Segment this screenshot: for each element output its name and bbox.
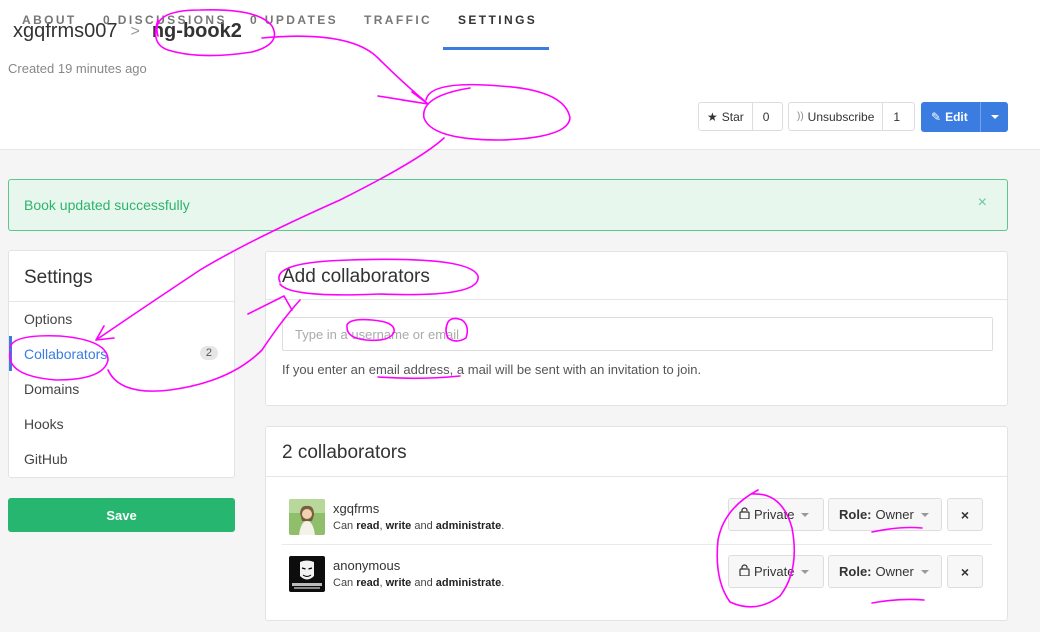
tab-traffic[interactable]: Traffic	[349, 0, 447, 50]
star-label: Star	[721, 109, 744, 124]
sidebar-item-label: Domains	[24, 380, 80, 397]
role-value: Owner	[875, 507, 914, 522]
privacy-dropdown[interactable]: Private	[728, 555, 824, 588]
avatar	[289, 499, 325, 535]
remove-collaborator-button[interactable]: ×	[947, 555, 983, 588]
remove-collaborator-button[interactable]: ×	[947, 498, 983, 531]
sidebar-title: Settings	[24, 267, 93, 288]
chevron-down-icon	[920, 512, 929, 517]
save-button[interactable]: Save	[8, 498, 235, 532]
close-icon[interactable]: ×	[978, 194, 987, 212]
chevron-down-icon	[801, 569, 810, 574]
star-button[interactable]: ★ Star	[699, 103, 752, 130]
alert-message: Book updated successfully	[24, 197, 190, 213]
collaborator-row: anonymous Can read, write and administra…	[282, 546, 992, 602]
add-collaborators-panel: Add collaborators If you enter an email …	[265, 251, 1008, 406]
unsubscribe-button-group: )) Unsubscribe 1	[788, 102, 915, 131]
star-button-group: ★ Star 0	[698, 102, 783, 131]
role-dropdown[interactable]: Role: Owner	[828, 498, 942, 531]
collaborator-name: xgqfrms	[333, 501, 380, 516]
lock-icon	[739, 564, 750, 579]
sidebar-item-github[interactable]: GitHub	[9, 441, 234, 476]
collaborator-permissions: Can read, write and administrate.	[333, 577, 505, 589]
tab-updates[interactable]: 0 Updates	[235, 0, 353, 50]
role-value: Owner	[875, 564, 914, 579]
edit-dropdown-toggle[interactable]	[980, 102, 1008, 132]
sidebar-item-domains[interactable]: Domains	[9, 371, 234, 406]
book-header: xgqfrms007 > ng-book2 Created 19 minutes…	[0, 0, 1040, 150]
privacy-dropdown[interactable]: Private	[728, 498, 824, 531]
collaborator-name: anonymous	[333, 558, 401, 573]
tab-settings[interactable]: Settings	[443, 0, 549, 50]
subscriber-count[interactable]: 1	[882, 103, 910, 130]
rss-icon: ))	[797, 111, 804, 122]
star-icon: ★	[707, 109, 718, 124]
tab-discussions[interactable]: 0 Discussions	[88, 0, 242, 50]
pencil-icon: ✎	[931, 110, 942, 124]
sidebar-item-label: Options	[24, 310, 73, 327]
role-dropdown[interactable]: Role: Owner	[828, 555, 942, 588]
role-label: Role:	[839, 564, 872, 579]
panel-title: 2 collaborators	[282, 442, 407, 463]
edit-label: Edit	[945, 110, 968, 124]
unsubscribe-button[interactable]: )) Unsubscribe	[789, 103, 882, 130]
sidebar-item-label: GitHub	[24, 450, 68, 467]
chevron-down-icon	[801, 512, 810, 517]
collaborator-row: xgqfrms Can read, write and administrate…	[282, 489, 992, 545]
collaborator-search-input[interactable]	[282, 317, 993, 351]
collaborators-panel: 2 collaborators xgqfrms Can read, write …	[265, 426, 1008, 621]
count-badge: 2	[199, 346, 218, 360]
invite-help-text: If you enter an email address, a mail wi…	[282, 362, 701, 377]
settings-sidebar: Settings Options Collaborators 2 Domains…	[8, 250, 235, 478]
success-alert: Book updated successfully ×	[8, 179, 1008, 231]
sidebar-item-hooks[interactable]: Hooks	[9, 406, 234, 441]
sidebar-item-collaborators[interactable]: Collaborators 2	[9, 336, 234, 371]
sidebar-item-label: Collaborators	[24, 345, 108, 362]
privacy-label: Private	[754, 564, 795, 579]
divider	[266, 299, 1007, 300]
lock-icon	[739, 507, 750, 522]
tab-about[interactable]: About	[7, 0, 92, 50]
chevron-down-icon	[920, 569, 929, 574]
unsubscribe-label: Unsubscribe	[807, 109, 875, 124]
privacy-label: Private	[754, 507, 795, 522]
header-actions: ★ Star 0 )) Unsubscribe 1 ✎ Edit	[698, 102, 1008, 132]
created-timestamp: Created 19 minutes ago	[8, 61, 147, 76]
role-label: Role:	[839, 507, 872, 522]
edit-button[interactable]: ✎ Edit	[921, 110, 980, 124]
sidebar-item-options[interactable]: Options	[9, 301, 234, 336]
avatar	[289, 556, 325, 592]
sidebar-item-label: Hooks	[24, 415, 64, 432]
chevron-down-icon	[990, 115, 999, 119]
divider	[266, 476, 1007, 477]
help-suffix: , a mail will be sent with an invitation…	[449, 362, 702, 377]
help-email-term: email address	[368, 362, 450, 377]
star-count[interactable]: 0	[751, 103, 780, 130]
panel-title: Add collaborators	[282, 266, 430, 287]
collaborator-permissions: Can read, write and administrate.	[333, 520, 505, 532]
edit-button-group: ✎ Edit	[921, 102, 1008, 132]
help-prefix: If you enter an	[282, 362, 369, 377]
